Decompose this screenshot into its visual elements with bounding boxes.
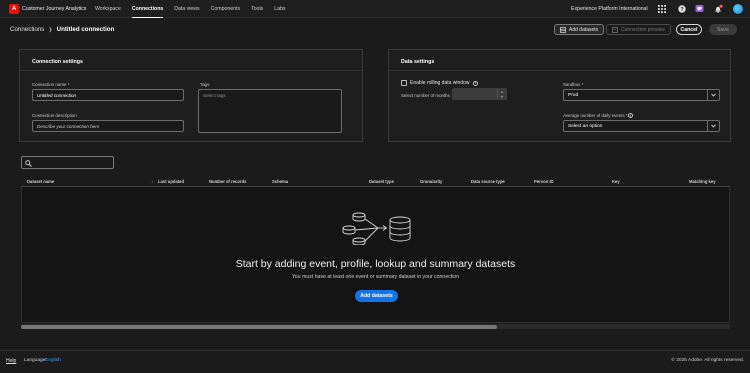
add-datasets-button[interactable]: Add datasets (554, 24, 605, 35)
cancel-button[interactable]: Cancel (676, 24, 702, 35)
nav-data-views[interactable]: Data views (174, 0, 199, 18)
sort-descending-icon[interactable]: ↓ (151, 179, 153, 184)
sandbox-select[interactable]: Prod (563, 89, 720, 101)
rolling-window-checkbox[interactable] (401, 80, 407, 86)
chevron-right-icon: ❯ (48, 26, 53, 33)
divider (20, 70, 362, 71)
chevron-up-icon[interactable]: ▲ (500, 90, 503, 94)
preview-icon (612, 26, 618, 33)
page-title: Untitled connection (56, 26, 115, 33)
dataset-search-input[interactable] (21, 156, 114, 169)
info-icon[interactable]: i (628, 113, 633, 118)
data-settings-title: Data settings (401, 59, 435, 65)
top-navigation-bar: A Customer Journey Analytics Workspace C… (0, 0, 750, 18)
language-link[interactable]: English (45, 358, 61, 363)
nav-workspace[interactable]: Workspace (95, 0, 121, 18)
empty-state-title: Start by adding event, profile, lookup a… (235, 258, 516, 270)
data-settings-panel: Data settings Enable rolling data window… (388, 49, 731, 142)
col-number-of-records[interactable]: Number of records (209, 179, 246, 184)
apps-grid-icon[interactable] (657, 4, 666, 13)
nav-labs[interactable]: Labs (274, 0, 285, 18)
connection-description-input[interactable]: Describe your connection here (32, 120, 184, 132)
chevron-down-icon[interactable] (707, 90, 719, 100)
col-granularity[interactable]: Granularity (420, 179, 442, 184)
datasets-table-header: Dataset name ↓ Last updated Number of re… (21, 176, 730, 187)
announcements-icon[interactable] (695, 4, 704, 13)
breadcrumb: Connections ❯ Untitled connection (10, 26, 114, 33)
col-key[interactable]: Key (612, 179, 620, 184)
tags-field[interactable]: Select tags (198, 89, 342, 133)
months-label: Select number of months (401, 93, 450, 98)
daily-events-placeholder: Select an option (568, 123, 603, 129)
tags-label: Tags (200, 82, 210, 87)
datasets-table-body: Start by adding event, profile, lookup a… (21, 187, 730, 323)
scrollbar-thumb[interactable] (21, 324, 497, 329)
language-label: Language: (24, 358, 47, 363)
daily-events-select[interactable]: Select an option (563, 120, 720, 132)
months-stepper[interactable]: ▲ ▼ (452, 88, 507, 100)
adobe-logo[interactable]: A (9, 4, 19, 14)
copyright: © 2025 Adobe. All rights reserved. (671, 358, 744, 363)
connection-name-input[interactable]: Untitled connection (32, 89, 184, 101)
col-schema[interactable]: Schema (272, 179, 288, 184)
notifications-bell-icon[interactable]: 1 (714, 4, 723, 13)
col-matching-key[interactable]: Matching key (689, 179, 716, 184)
divider (389, 70, 730, 71)
main-nav: Workspace Connections Data views Compone… (95, 0, 296, 18)
col-person-id[interactable]: Person ID (534, 179, 554, 184)
connection-settings-panel: Connection settings Connection name * Un… (19, 49, 363, 142)
avatar[interactable] (733, 3, 743, 14)
help-icon[interactable]: ? (677, 4, 686, 13)
app-name[interactable]: Customer Journey Analytics (22, 6, 86, 12)
empty-state-subtitle: You must have at least one event or summ… (291, 274, 460, 280)
daily-events-label: Average number of daily events * (563, 113, 628, 118)
rolling-window-label: Enable rolling data window (410, 80, 470, 86)
org-switcher[interactable]: Experience Platform International (571, 6, 648, 12)
connection-preview-label: Connection preview (621, 26, 665, 33)
breadcrumb-connections[interactable]: Connections (10, 26, 44, 33)
help-link[interactable]: Help (6, 358, 16, 364)
search-icon (25, 159, 32, 167)
connection-name-label: Connection name * (32, 82, 70, 87)
dataset-icon (560, 26, 566, 33)
col-dataset-name[interactable]: Dataset name (27, 179, 54, 184)
nav-connections[interactable]: Connections (131, 0, 164, 18)
nav-components[interactable]: Components (211, 0, 240, 18)
col-data-source-type[interactable]: Data source type (471, 179, 505, 184)
info-icon[interactable]: i (473, 80, 478, 86)
stepper-buttons[interactable]: ▲ ▼ (497, 89, 506, 99)
datasets-illustration-icon (340, 211, 414, 246)
connection-description-label: Connection description (32, 113, 77, 118)
chevron-down-icon[interactable] (707, 121, 719, 131)
tags-placeholder: Select tags (203, 93, 226, 98)
sandbox-value: Prod (568, 92, 579, 98)
save-button[interactable]: Save (709, 24, 737, 35)
connection-settings-title: Connection settings (32, 59, 83, 65)
sandbox-label: Sandbox * (563, 82, 584, 87)
col-last-updated[interactable]: Last updated (158, 179, 184, 184)
chevron-down-icon[interactable]: ▼ (500, 95, 503, 99)
add-datasets-label: Add datasets (569, 26, 599, 33)
col-dataset-type[interactable]: Dataset type (369, 179, 394, 184)
add-datasets-primary-button[interactable]: Add datasets (355, 290, 398, 302)
horizontal-scrollbar[interactable] (21, 324, 730, 329)
footer-divider (0, 350, 750, 351)
nav-tools[interactable]: Tools (251, 0, 263, 18)
connection-preview-button[interactable]: Connection preview (606, 24, 671, 35)
